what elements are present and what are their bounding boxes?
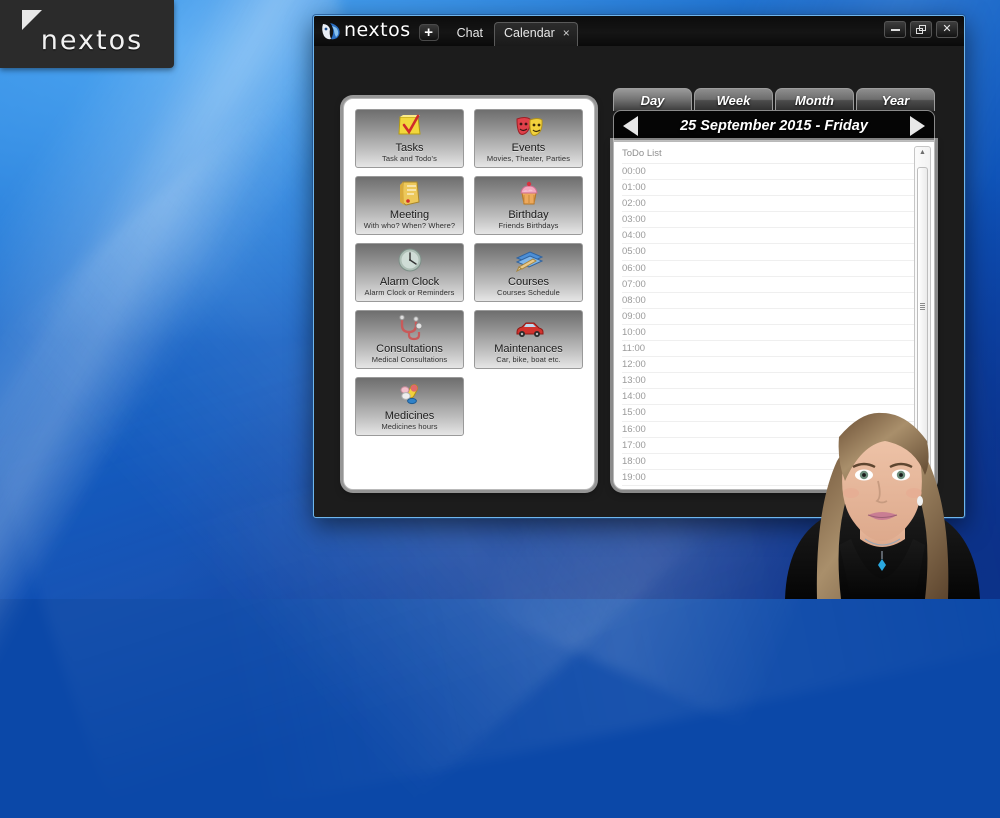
card-title: Medicines xyxy=(384,409,435,422)
yellow-note-check-icon xyxy=(395,113,425,140)
card-title: Meeting xyxy=(389,208,430,221)
card-subtitle: With who? When? Where? xyxy=(363,221,456,231)
triangle-mark-icon xyxy=(22,10,42,30)
tab-chat[interactable]: Chat xyxy=(448,23,492,46)
tabstrip: Chat Calendar × xyxy=(448,16,578,46)
category-card-courses[interactable]: Courses Courses Schedule xyxy=(474,243,583,302)
card-title: Events xyxy=(511,141,546,154)
window-controls: ✕ xyxy=(884,21,958,38)
assistant-avatar xyxy=(765,389,1000,599)
card-title: Tasks xyxy=(395,141,424,154)
hour-row[interactable]: 05:00 xyxy=(622,244,914,261)
close-window-button[interactable]: ✕ xyxy=(936,21,958,38)
tab-calendar-label: Calendar xyxy=(504,26,555,40)
card-subtitle: Friends Birthdays xyxy=(498,221,559,231)
date-navigation-bar: 25 September 2015 - Friday xyxy=(613,110,935,141)
card-subtitle: Movies, Theater, Parties xyxy=(486,154,571,164)
card-subtitle: Car, bike, boat etc. xyxy=(496,355,561,365)
scroll-up-icon[interactable]: ▲ xyxy=(919,147,926,159)
desktop-logo-badge: nextos xyxy=(0,0,174,68)
category-panel: Tasks Task and Todo's Events Movies, Theate… xyxy=(343,98,595,490)
red-car-icon xyxy=(514,314,544,341)
category-card-alarm-clock[interactable]: Alarm Clock Alarm Clock or Reminders xyxy=(355,243,464,302)
todo-list-header: ToDo List xyxy=(622,146,914,164)
left-arrow-icon[interactable] xyxy=(623,115,638,136)
category-card-consultations[interactable]: Consultations Medical Consultations xyxy=(355,310,464,369)
category-card-birthday[interactable]: Birthday Friends Birthdays xyxy=(474,176,583,235)
view-tab-day[interactable]: Day xyxy=(613,88,692,111)
desktop-logo-label: nextos xyxy=(40,24,144,56)
right-arrow-icon[interactable] xyxy=(909,115,925,136)
nextos-face-logo-icon xyxy=(320,21,342,41)
hour-row[interactable]: 11:00 xyxy=(622,341,914,358)
hour-row[interactable]: 08:00 xyxy=(622,293,914,309)
clock-icon xyxy=(395,247,425,274)
restore-icon xyxy=(916,25,926,34)
hour-row[interactable]: 04:00 xyxy=(622,228,914,245)
category-card-events[interactable]: Events Movies, Theater, Parties xyxy=(474,109,583,168)
view-tab-year[interactable]: Year xyxy=(856,88,935,111)
card-subtitle: Medical Consultations xyxy=(371,355,448,365)
window-titlebar[interactable]: nextos + Chat Calendar × ✕ xyxy=(314,16,964,46)
hour-row[interactable]: 07:00 xyxy=(622,277,914,293)
minimize-icon xyxy=(890,28,900,31)
category-card-grid: Tasks Task and Todo's Events Movies, Theate… xyxy=(355,109,583,436)
notepad-folder-icon xyxy=(395,180,425,207)
card-subtitle: Courses Schedule xyxy=(497,288,560,298)
hour-row[interactable]: 01:00 xyxy=(622,180,914,197)
app-brand: nextos xyxy=(320,16,411,46)
tab-calendar[interactable]: Calendar × xyxy=(494,22,578,46)
app-brand-label: nextos xyxy=(344,18,411,41)
minimize-button[interactable] xyxy=(884,21,906,38)
card-title: Maintenances xyxy=(494,342,563,355)
category-card-tasks[interactable]: Tasks Task and Todo's xyxy=(355,109,464,168)
card-subtitle: Task and Todo's xyxy=(382,154,437,164)
hour-row[interactable]: 06:00 xyxy=(622,261,914,277)
books-pencil-icon xyxy=(514,247,544,274)
hour-row[interactable]: 13:00 xyxy=(622,373,914,390)
new-tab-button[interactable]: + xyxy=(418,24,439,41)
category-card-meeting[interactable]: Meeting With who? When? Where? xyxy=(355,176,464,235)
hour-row[interactable]: 09:00 xyxy=(622,309,914,325)
hour-row[interactable]: 12:00 xyxy=(622,357,914,374)
card-title: Courses xyxy=(508,275,549,288)
close-tab-icon[interactable]: × xyxy=(563,26,570,40)
card-title: Birthday xyxy=(508,208,549,221)
category-card-maintenances[interactable]: Maintenances Car, bike, boat etc. xyxy=(474,310,583,369)
hour-row[interactable]: 02:00 xyxy=(622,196,914,213)
current-date-label: 25 September 2015 - Friday xyxy=(680,117,868,134)
card-title: Alarm Clock xyxy=(379,275,440,288)
view-tab-month[interactable]: Month xyxy=(775,88,854,111)
theater-masks-icon xyxy=(514,113,544,140)
card-subtitle: Alarm Clock or Reminders xyxy=(364,288,455,298)
restore-button[interactable] xyxy=(910,21,932,38)
calendar-view-tabs: Day Week Month Year xyxy=(613,88,935,111)
scroll-grip-icon xyxy=(920,302,925,310)
pills-icon xyxy=(395,381,425,408)
hour-row[interactable]: 10:00 xyxy=(622,325,914,342)
card-title: Consultations xyxy=(376,342,443,355)
stethoscope-icon xyxy=(395,314,425,341)
card-subtitle: Medicines hours xyxy=(381,422,438,432)
category-card-medicines[interactable]: Medicines Medicines hours xyxy=(355,377,464,436)
hour-row[interactable]: 03:00 xyxy=(622,212,914,229)
view-tab-week[interactable]: Week xyxy=(694,88,773,111)
cupcake-icon xyxy=(514,180,544,207)
hour-row[interactable]: 00:00 xyxy=(622,164,914,181)
